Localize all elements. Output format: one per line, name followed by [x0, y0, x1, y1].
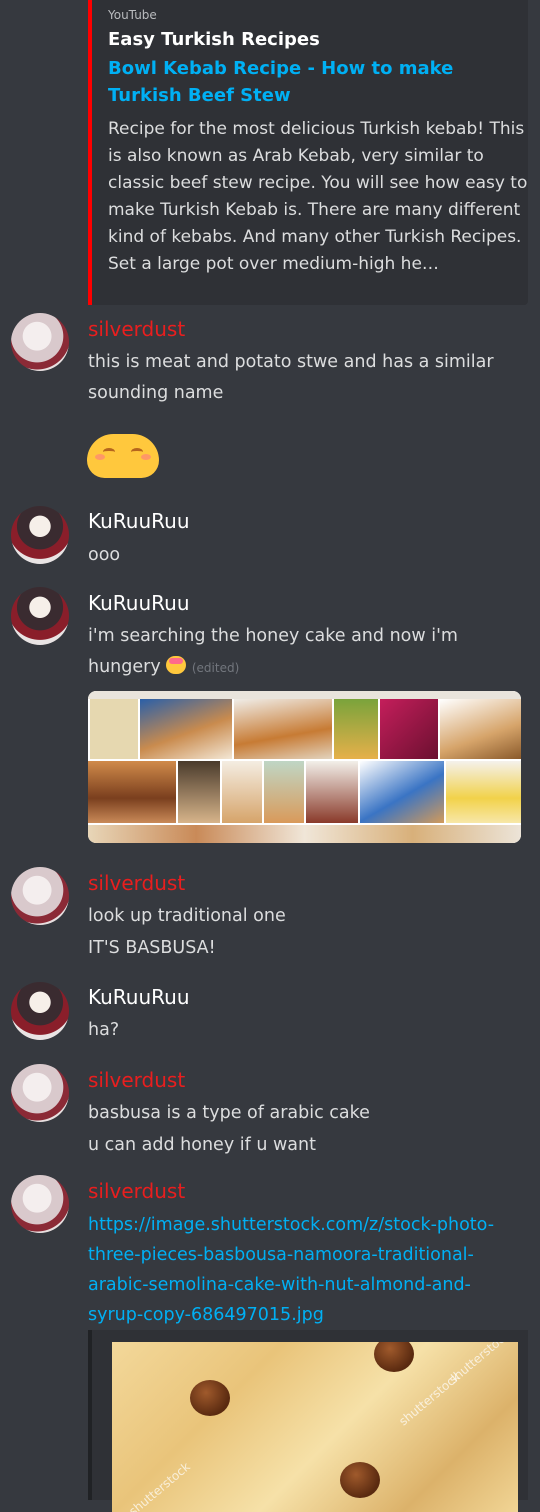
username[interactable]: silverdust [88, 317, 185, 341]
avatar[interactable] [11, 867, 69, 925]
username[interactable]: silverdust [88, 871, 185, 895]
link-line[interactable]: arabic-semolina-cake-with-nut-almond-and… [88, 1270, 528, 1300]
embed-title-link[interactable]: Bowl Kebab Recipe - How to make Turkish … [108, 55, 513, 109]
basbousa-image[interactable]: shutterstock shutterstock shutterstock [112, 1342, 518, 1512]
message-text: u can add honey if u want [88, 1135, 316, 1155]
link-line[interactable]: three-pieces-basbousa-namoora-traditiona… [88, 1240, 528, 1270]
username[interactable]: KuRuuRuu [88, 591, 190, 615]
link-line[interactable]: syrup-copy-686497015.jpg [88, 1300, 528, 1330]
message-text: ooo [88, 545, 121, 565]
image-attachment[interactable] [88, 691, 521, 843]
image-embed: shutterstock shutterstock shutterstock [88, 1330, 528, 1512]
username[interactable]: KuRuuRuu [88, 985, 190, 1009]
message-text: hungery [88, 657, 161, 677]
youtube-embed: YouTube Easy Turkish Recipes Bowl Kebab … [88, 0, 528, 305]
edited-label: (edited) [191, 661, 240, 675]
message-text: sounding name [88, 383, 224, 403]
avatar[interactable] [11, 982, 69, 1040]
message-text: ha? [88, 1020, 120, 1040]
avatar[interactable] [11, 506, 69, 564]
embed-author[interactable]: Easy Turkish Recipes [108, 29, 320, 50]
watermark: shutterstock [446, 1342, 513, 1387]
message-text: look up traditional one [88, 906, 286, 926]
username[interactable]: KuRuuRuu [88, 509, 190, 533]
link-line[interactable]: https://image.shutterstock.com/z/stock-p… [88, 1210, 528, 1240]
username[interactable]: silverdust [88, 1068, 185, 1092]
blush-emoji-icon[interactable] [87, 434, 159, 478]
drooling-emoji-icon[interactable] [166, 656, 187, 674]
message-link[interactable]: https://image.shutterstock.com/z/stock-p… [88, 1210, 528, 1330]
avatar[interactable] [11, 1064, 69, 1122]
embed-description: Recipe for the most delicious Turkish ke… [108, 119, 528, 274]
avatar[interactable] [11, 1175, 69, 1233]
message-text-line: hungery (edited) [88, 652, 239, 684]
message-text: this is meat and potato stwe and has a s… [88, 352, 494, 372]
avatar[interactable] [11, 587, 69, 645]
username[interactable]: silverdust [88, 1179, 185, 1203]
watermark: shutterstock [126, 1459, 193, 1512]
message-text: IT'S BASBUSA! [88, 938, 216, 958]
embed-provider[interactable]: YouTube [108, 8, 157, 22]
message-text: basbusa is a type of arabic cake [88, 1103, 370, 1123]
avatar[interactable] [11, 313, 69, 371]
message-text: i'm searching the honey cake and now i'm [88, 626, 458, 646]
